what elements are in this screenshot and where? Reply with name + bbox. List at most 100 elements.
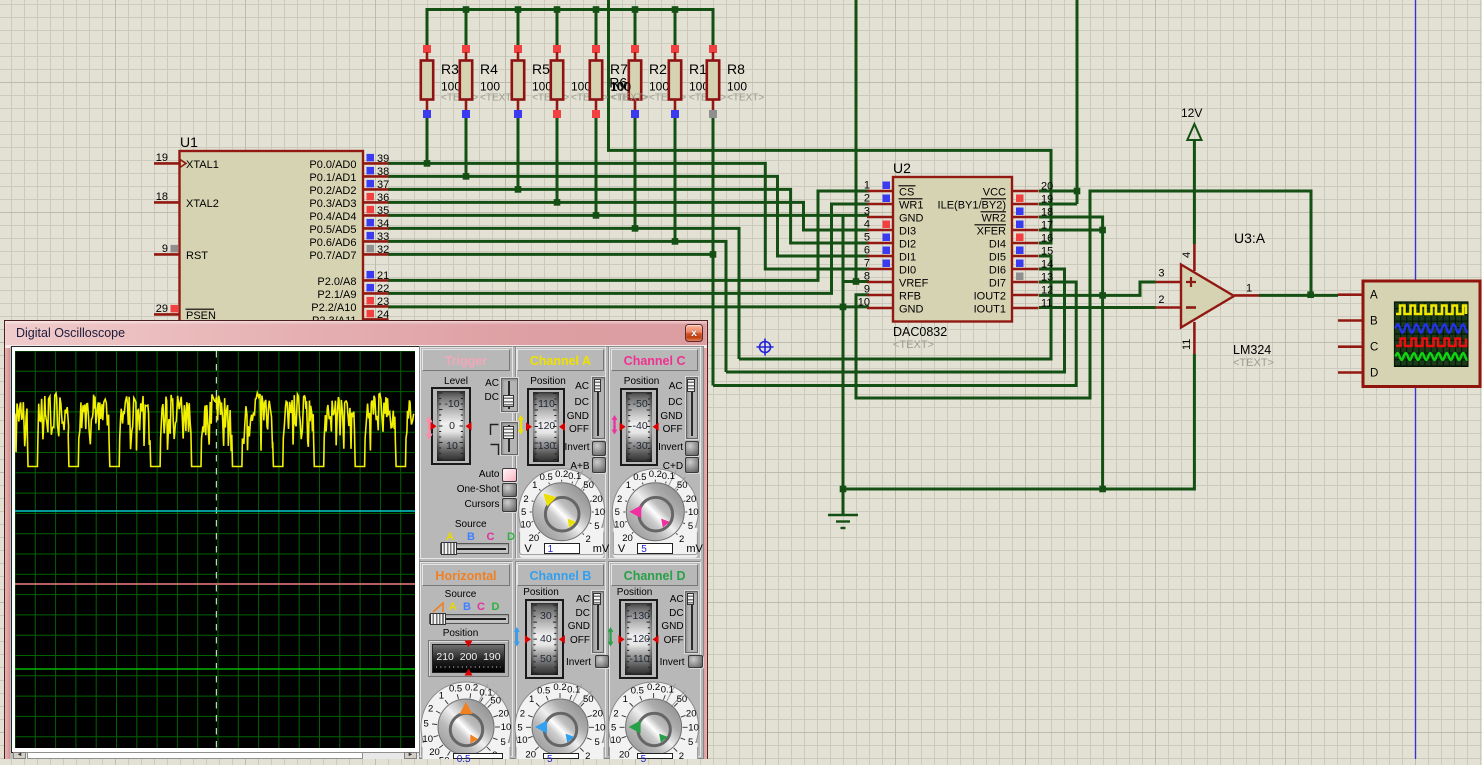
svg-text:34: 34 bbox=[377, 218, 389, 230]
svg-text:19: 19 bbox=[1041, 194, 1053, 206]
svg-text:WR1: WR1 bbox=[899, 200, 923, 212]
svg-text:100: 100 bbox=[727, 80, 747, 94]
svg-text:<TEXT>: <TEXT> bbox=[893, 339, 934, 351]
svg-text:100: 100 bbox=[571, 80, 591, 94]
svg-text:VREF: VREF bbox=[899, 278, 929, 290]
svg-text:12: 12 bbox=[1041, 285, 1053, 297]
svg-text:P0.7/AD7: P0.7/AD7 bbox=[309, 250, 356, 262]
svg-text:16: 16 bbox=[1041, 233, 1053, 245]
svg-text:DI6: DI6 bbox=[989, 265, 1006, 277]
svg-text:29: 29 bbox=[156, 303, 168, 315]
svg-text:100: 100 bbox=[649, 80, 669, 94]
svg-text:100: 100 bbox=[441, 80, 461, 94]
svg-text:XTAL1: XTAL1 bbox=[186, 159, 219, 171]
svg-text:U1: U1 bbox=[180, 134, 198, 150]
svg-text:XFER: XFER bbox=[977, 226, 1006, 238]
svg-text:<TEXT>: <TEXT> bbox=[727, 93, 764, 104]
svg-text:14: 14 bbox=[1041, 259, 1053, 271]
svg-text:P2.1/A9: P2.1/A9 bbox=[317, 289, 356, 301]
svg-text:D: D bbox=[1370, 368, 1378, 380]
svg-text:LM324: LM324 bbox=[1233, 343, 1271, 357]
svg-text:100: 100 bbox=[480, 80, 500, 94]
svg-text:3: 3 bbox=[1158, 268, 1164, 280]
svg-text:R2: R2 bbox=[649, 61, 667, 77]
svg-text:33: 33 bbox=[377, 231, 389, 243]
svg-text:100: 100 bbox=[532, 80, 552, 94]
svg-text:R4: R4 bbox=[480, 61, 498, 77]
svg-text:8: 8 bbox=[864, 271, 870, 283]
svg-text:7: 7 bbox=[864, 258, 870, 270]
svg-text:DI7: DI7 bbox=[989, 278, 1006, 290]
svg-text:13: 13 bbox=[1041, 272, 1053, 284]
svg-text:5: 5 bbox=[864, 232, 870, 244]
svg-text:23: 23 bbox=[377, 296, 389, 308]
svg-text:DAC0832: DAC0832 bbox=[893, 325, 947, 339]
svg-text:18: 18 bbox=[156, 191, 168, 203]
svg-text:U3:A: U3:A bbox=[1234, 230, 1266, 246]
svg-text:15: 15 bbox=[1041, 246, 1053, 258]
svg-text:U2: U2 bbox=[893, 160, 911, 176]
svg-text:4: 4 bbox=[1181, 252, 1193, 258]
svg-text:9: 9 bbox=[864, 284, 870, 296]
svg-text:36: 36 bbox=[377, 192, 389, 204]
svg-text:IOUT2: IOUT2 bbox=[974, 291, 1006, 303]
svg-text:20: 20 bbox=[1041, 181, 1053, 193]
svg-text:2: 2 bbox=[1158, 294, 1164, 306]
svg-text:WR2: WR2 bbox=[982, 213, 1006, 225]
svg-text:C: C bbox=[1370, 342, 1378, 354]
svg-text:P0.4/AD4: P0.4/AD4 bbox=[309, 211, 356, 223]
svg-text:R8: R8 bbox=[727, 61, 745, 77]
svg-text:35: 35 bbox=[377, 205, 389, 217]
svg-text:22: 22 bbox=[377, 283, 389, 295]
svg-text:P2.2/A10: P2.2/A10 bbox=[311, 302, 356, 314]
svg-text:DI4: DI4 bbox=[989, 239, 1006, 251]
svg-text:R5: R5 bbox=[532, 61, 550, 77]
svg-text:A: A bbox=[1370, 290, 1378, 302]
svg-text:2: 2 bbox=[864, 193, 870, 205]
svg-text:R1: R1 bbox=[689, 61, 707, 77]
svg-text:10: 10 bbox=[858, 297, 870, 309]
svg-text:DI2: DI2 bbox=[899, 239, 916, 251]
svg-text:<TEXT>: <TEXT> bbox=[612, 93, 649, 104]
svg-text:RST: RST bbox=[186, 250, 208, 262]
svg-text:ILE(BY1/BY2): ILE(BY1/BY2) bbox=[938, 200, 1006, 212]
svg-text:<TEXT>: <TEXT> bbox=[1233, 357, 1274, 369]
svg-text:VCC: VCC bbox=[983, 187, 1006, 199]
svg-text:18: 18 bbox=[1041, 207, 1053, 219]
svg-text:38: 38 bbox=[377, 166, 389, 178]
svg-text:B: B bbox=[1370, 316, 1378, 328]
svg-text:P0.5/AD5: P0.5/AD5 bbox=[309, 224, 356, 236]
svg-text:RFB: RFB bbox=[899, 291, 921, 303]
svg-text:CS: CS bbox=[899, 187, 914, 199]
svg-text:39: 39 bbox=[377, 153, 389, 165]
svg-text:9: 9 bbox=[162, 243, 168, 255]
svg-text:GND: GND bbox=[899, 304, 924, 316]
svg-text:DI3: DI3 bbox=[899, 226, 916, 238]
svg-text:DI0: DI0 bbox=[899, 265, 916, 277]
svg-text:21: 21 bbox=[377, 270, 389, 282]
svg-text:P0.0/AD0: P0.0/AD0 bbox=[309, 159, 356, 171]
svg-text:17: 17 bbox=[1041, 220, 1053, 232]
svg-text:DI1: DI1 bbox=[899, 252, 916, 264]
svg-text:P2.0/A8: P2.0/A8 bbox=[317, 276, 356, 288]
svg-text:32: 32 bbox=[377, 244, 389, 256]
svg-text:R3: R3 bbox=[441, 61, 459, 77]
svg-text:P0.1/AD1: P0.1/AD1 bbox=[309, 172, 356, 184]
svg-text:3: 3 bbox=[864, 206, 870, 218]
svg-text:P0.6/AD6: P0.6/AD6 bbox=[309, 237, 356, 249]
svg-text:GND: GND bbox=[899, 213, 924, 225]
svg-text:P0.3/AD3: P0.3/AD3 bbox=[309, 198, 356, 210]
svg-text:11: 11 bbox=[1041, 298, 1052, 310]
svg-text:37: 37 bbox=[377, 179, 389, 191]
svg-text:19: 19 bbox=[156, 152, 168, 164]
svg-text:DI5: DI5 bbox=[989, 252, 1006, 264]
svg-text:6: 6 bbox=[864, 245, 870, 257]
svg-text:1: 1 bbox=[864, 180, 870, 192]
svg-text:IOUT1: IOUT1 bbox=[974, 304, 1006, 316]
svg-text:12V: 12V bbox=[1181, 106, 1202, 120]
svg-text:1: 1 bbox=[1246, 283, 1252, 295]
svg-text:4: 4 bbox=[864, 219, 870, 231]
svg-text:P0.2/AD2: P0.2/AD2 bbox=[309, 185, 356, 197]
svg-text:XTAL2: XTAL2 bbox=[186, 198, 219, 210]
svg-text:11: 11 bbox=[1181, 339, 1193, 350]
